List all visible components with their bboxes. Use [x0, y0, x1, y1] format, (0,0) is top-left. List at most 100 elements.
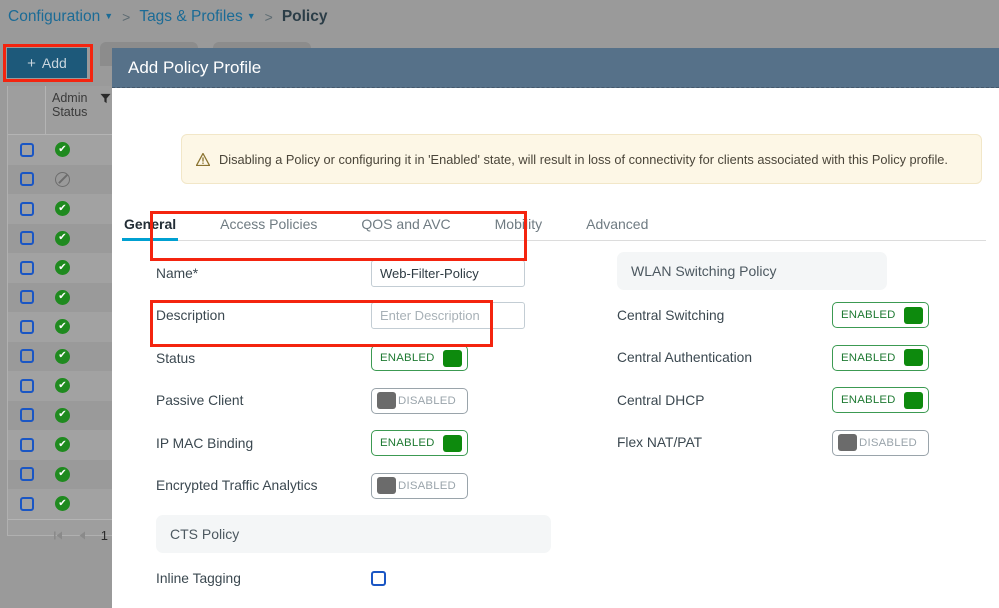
- status-enabled-icon: ✔: [55, 289, 70, 305]
- name-input[interactable]: Web-Filter-Policy: [371, 259, 525, 287]
- field-row-central-dhcp: Central DHCP ENABLED: [617, 379, 952, 422]
- description-label: Description: [156, 308, 226, 324]
- central-authentication-label: Central Authentication: [617, 350, 752, 366]
- row-checkbox[interactable]: [20, 319, 34, 334]
- encrypted-traffic-analytics-toggle[interactable]: DISABLED: [371, 472, 468, 499]
- field-row-sgacl-enforcement: SGACL Enforcement: [156, 600, 551, 608]
- admin-status-cell: ✔: [46, 378, 116, 394]
- ip-mac-binding-label: IP MAC Binding: [156, 435, 254, 451]
- row-checkbox[interactable]: [20, 290, 34, 305]
- description-input[interactable]: Enter Description: [371, 302, 525, 330]
- table-row[interactable]: ✔: [8, 371, 116, 401]
- screen-root: Configuration ▼ > Tags & Profiles ▼ > Poli…: [0, 0, 999, 608]
- central-switching-label: Central Switching: [617, 307, 725, 323]
- field-row-central-authentication: Central Authentication ENABLED: [617, 337, 952, 380]
- status-enabled-icon: ✔: [55, 260, 70, 276]
- table-row[interactable]: ✔: [8, 312, 116, 342]
- table-row[interactable]: ✔: [8, 430, 116, 460]
- flex-nat-pat-toggle[interactable]: DISABLED: [832, 429, 929, 456]
- policy-list-table: Admin Status ✔ ✔ ✔ ✔ ✔ ✔ ✔ ✔ ✔ ✔ ✔ ✔ 1: [7, 86, 117, 543]
- first-page-icon[interactable]: [53, 530, 64, 541]
- row-checkbox[interactable]: [20, 496, 34, 511]
- admin-status-cell: ✔: [46, 230, 116, 246]
- inline-tagging-label: Inline Tagging: [156, 570, 241, 586]
- central-dhcp-toggle-label: ENABLED: [841, 394, 896, 407]
- central-switching-toggle-label: ENABLED: [841, 309, 896, 322]
- table-row[interactable]: ✔: [8, 459, 116, 489]
- row-checkbox[interactable]: [20, 172, 34, 187]
- status-toggle[interactable]: ENABLED: [371, 345, 468, 372]
- row-checkbox[interactable]: [20, 378, 34, 393]
- table-row[interactable]: ✔: [8, 489, 116, 519]
- modal-header: Add Policy Profile: [112, 48, 999, 88]
- table-row[interactable]: ✔: [8, 223, 116, 253]
- status-disabled-icon: [55, 171, 70, 187]
- row-select-cell: [8, 142, 46, 157]
- row-checkbox[interactable]: [20, 231, 34, 246]
- row-select-cell: [8, 408, 46, 423]
- chevron-down-icon: ▼: [104, 11, 114, 21]
- warning-text: Disabling a Policy or configuring it in …: [219, 151, 948, 167]
- table-row[interactable]: ✔: [8, 341, 116, 371]
- status-enabled-icon: ✔: [55, 437, 70, 453]
- status-enabled-icon: ✔: [55, 142, 70, 158]
- plus-icon: +: [27, 54, 36, 72]
- breadcrumb-label: Configuration: [8, 8, 101, 25]
- row-checkbox[interactable]: [20, 437, 34, 452]
- ip-mac-binding-toggle-label: ENABLED: [380, 437, 435, 450]
- central-authentication-toggle[interactable]: ENABLED: [832, 344, 929, 371]
- table-row[interactable]: ✔: [8, 400, 116, 430]
- central-dhcp-label: Central DHCP: [617, 392, 705, 408]
- wlan-switching-policy-section-header: WLAN Switching Policy: [617, 252, 887, 290]
- breadcrumb-separator: >: [122, 9, 131, 25]
- row-select-cell: [8, 437, 46, 452]
- tab-access-policies[interactable]: Access Policies: [220, 216, 317, 240]
- admin-status-cell: ✔: [46, 437, 116, 453]
- row-select-cell: [8, 201, 46, 216]
- row-checkbox[interactable]: [20, 260, 34, 275]
- chevron-down-icon: ▼: [246, 11, 256, 21]
- tab-mobility[interactable]: Mobility: [495, 216, 542, 240]
- breadcrumb-item-policy: Policy: [281, 8, 328, 25]
- tab-advanced[interactable]: Advanced: [586, 216, 648, 240]
- page-number[interactable]: 1: [101, 528, 108, 543]
- table-row[interactable]: ✔: [8, 194, 116, 224]
- general-left-column: Name* Web-Filter-Policy Description Ente…: [156, 252, 551, 608]
- status-enabled-icon: ✔: [55, 230, 70, 246]
- row-checkbox[interactable]: [20, 408, 34, 423]
- table-row[interactable]: ✔: [8, 282, 116, 312]
- field-row-passive-client: Passive Client DISABLED: [156, 380, 551, 423]
- wlan-switching-policy-column: WLAN Switching Policy Central Switching …: [617, 252, 952, 464]
- central-authentication-toggle-label: ENABLED: [841, 351, 896, 364]
- central-switching-toggle[interactable]: ENABLED: [832, 302, 929, 329]
- previous-page-icon[interactable]: [78, 530, 87, 541]
- breadcrumb-item-configuration[interactable]: Configuration ▼: [8, 8, 113, 26]
- ip-mac-binding-toggle[interactable]: ENABLED: [371, 430, 468, 457]
- status-toggle-label: ENABLED: [380, 352, 435, 365]
- warning-banner: Disabling a Policy or configuring it in …: [181, 134, 982, 184]
- toggle-knob: [443, 349, 462, 367]
- row-select-cell: [8, 172, 46, 187]
- row-checkbox[interactable]: [20, 467, 34, 482]
- central-dhcp-toggle[interactable]: ENABLED: [832, 387, 929, 414]
- filter-icon[interactable]: [100, 93, 111, 104]
- admin-status-cell: ✔: [46, 201, 116, 217]
- tab-general[interactable]: General: [121, 216, 179, 241]
- table-row[interactable]: [8, 164, 116, 194]
- passive-client-toggle[interactable]: DISABLED: [371, 387, 468, 414]
- add-button[interactable]: + Add: [7, 48, 87, 78]
- tab-qos-and-avc[interactable]: QOS and AVC: [361, 216, 450, 240]
- row-checkbox[interactable]: [20, 349, 34, 364]
- table-row[interactable]: ✔: [8, 135, 116, 165]
- admin-status-cell: ✔: [46, 319, 116, 335]
- inline-tagging-checkbox[interactable]: [371, 570, 386, 586]
- row-checkbox[interactable]: [20, 142, 34, 157]
- field-row-encrypted-traffic-analytics: Encrypted Traffic Analytics DISABLED: [156, 465, 551, 508]
- modal-title: Add Policy Profile: [128, 57, 262, 77]
- table-row[interactable]: ✔: [8, 253, 116, 283]
- breadcrumb-item-tags-profiles[interactable]: Tags & Profiles ▼: [139, 8, 255, 26]
- field-row-description: Description Enter Description: [156, 295, 551, 338]
- admin-status-cell: ✔: [46, 289, 116, 305]
- row-checkbox[interactable]: [20, 201, 34, 216]
- modal-body: Disabling a Policy or configuring it in …: [112, 88, 999, 608]
